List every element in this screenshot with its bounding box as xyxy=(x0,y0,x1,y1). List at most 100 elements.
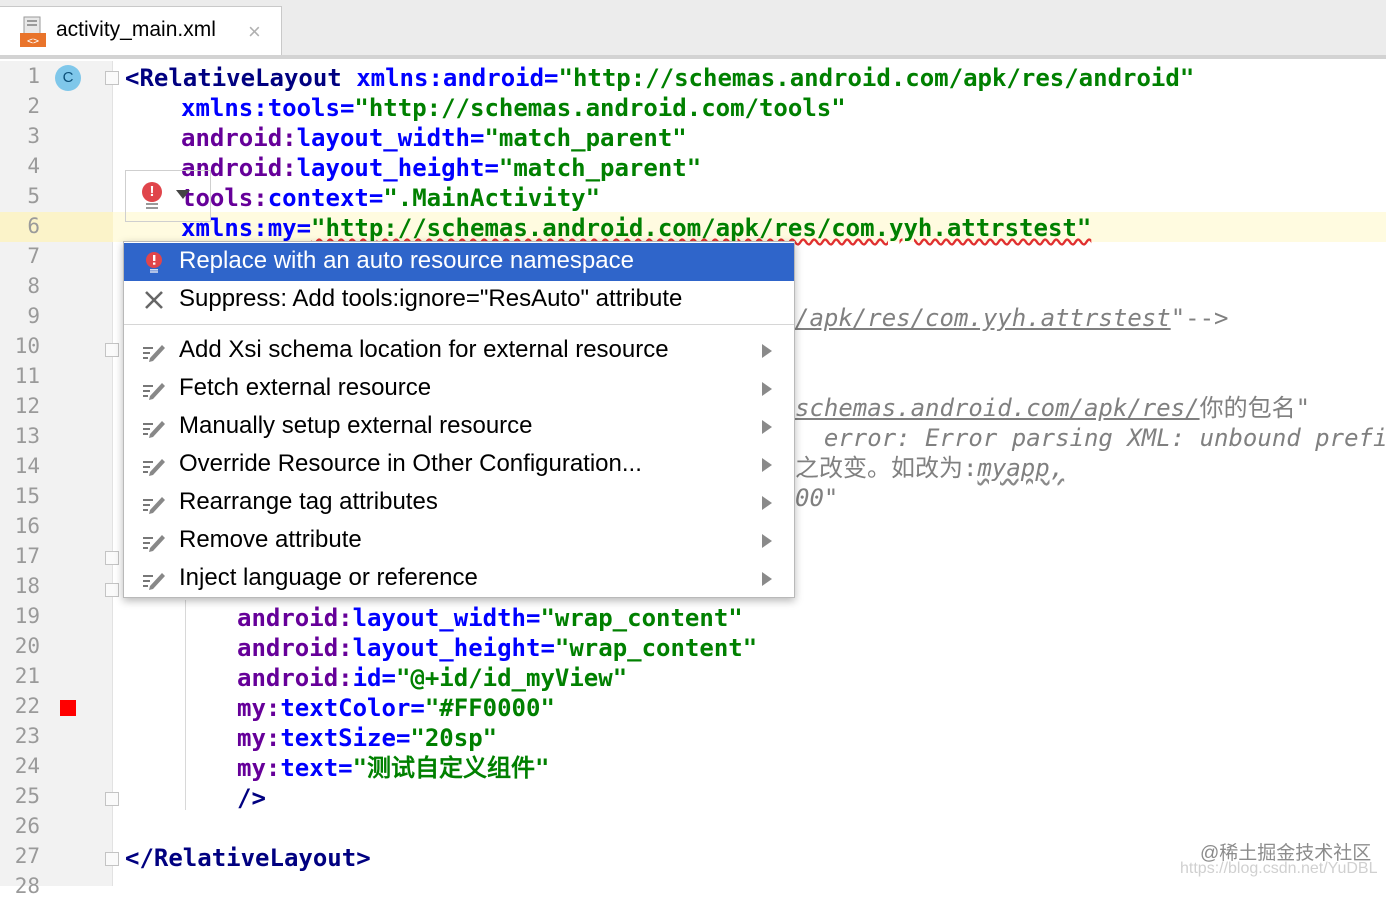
tab-underline xyxy=(0,55,1386,59)
line-number: 8 xyxy=(27,274,40,298)
line-number: 6 xyxy=(27,214,40,238)
submenu-arrow-icon xyxy=(762,458,772,472)
menu-item-label: Add Xsi schema location for external res… xyxy=(179,336,669,363)
code-line-13-fragment[interactable]: error: Error parsing XML: unbound prefix xyxy=(795,423,1386,453)
code-line-12-fragment[interactable]: schemas.android.com/apk/res/你的包名" xyxy=(795,393,1310,423)
intention-pencil-icon xyxy=(143,421,165,438)
code-line-24[interactable]: my:text="测试自定义组件" xyxy=(237,753,550,783)
line-number: 15 xyxy=(14,484,40,508)
line-number: 4 xyxy=(27,154,40,178)
line-number: 23 xyxy=(14,724,40,748)
menu-item-intention[interactable]: Fetch external resource xyxy=(124,370,794,408)
code-line-21[interactable]: android:id="@+id/id_myView" xyxy=(237,663,627,693)
menu-item-label: Remove attribute xyxy=(179,526,362,553)
line-number: 11 xyxy=(14,364,40,388)
menu-item-intention[interactable]: Manually setup external resource xyxy=(124,408,794,446)
bulb-base-icon xyxy=(146,203,158,209)
code-line-15-fragment[interactable]: 00" xyxy=(795,483,838,513)
code-line-22[interactable]: my:textColor="#FF0000" xyxy=(237,693,555,723)
code-line-6[interactable]: xmlns:my="http://schemas.android.com/apk… xyxy=(181,213,1091,243)
line-number: 14 xyxy=(14,454,40,478)
menu-item-suppress[interactable]: Suppress: Add tools:ignore="ResAuto" att… xyxy=(124,281,794,319)
line-number: 25 xyxy=(14,784,40,808)
line-number: 5 xyxy=(27,184,40,208)
submenu-arrow-icon xyxy=(762,420,772,434)
line-number: 13 xyxy=(14,424,40,448)
menu-item-replace-namespace[interactable]: Replace with an auto resource namespace xyxy=(124,243,794,281)
line-number: 9 xyxy=(27,304,40,328)
line-number: 1 xyxy=(27,64,40,88)
error-bulb-icon[interactable]: ! xyxy=(142,182,162,202)
line-number: 20 xyxy=(14,634,40,658)
line-number: 2 xyxy=(27,94,40,118)
line-number: 18 xyxy=(14,574,40,598)
line-number: 19 xyxy=(14,604,40,628)
code-line-25[interactable]: /> xyxy=(237,783,266,813)
class-badge-icon[interactable]: C xyxy=(55,65,81,91)
submenu-arrow-icon xyxy=(762,496,772,510)
intention-pencil-icon xyxy=(143,497,165,514)
line-number: 7 xyxy=(27,244,40,268)
code-line-23[interactable]: my:textSize="20sp" xyxy=(237,723,497,753)
line-number: 28 xyxy=(14,874,40,898)
code-line-20[interactable]: android:layout_height="wrap_content" xyxy=(237,633,757,663)
submenu-arrow-icon xyxy=(762,382,772,396)
line-number: 22 xyxy=(14,694,40,718)
code-line-1[interactable]: <RelativeLayout xmlns:android="http://sc… xyxy=(125,63,1194,93)
color-swatch-icon xyxy=(60,700,76,716)
line-number: 26 xyxy=(14,814,40,838)
line-number: 27 xyxy=(14,844,40,868)
fold-marker-icon[interactable] xyxy=(105,71,119,85)
code-line-3[interactable]: android:layout_width="match_parent" xyxy=(181,123,687,153)
line-number: 3 xyxy=(27,124,40,148)
tab-title: activity_main.xml xyxy=(56,18,216,41)
menu-item-intention[interactable]: Remove attribute xyxy=(124,522,794,560)
editor-tab-bar: <> activity_main.xml × xyxy=(0,0,1386,58)
close-tab-icon[interactable]: × xyxy=(248,19,261,45)
menu-item-label: Rearrange tag attributes xyxy=(179,488,438,515)
line-number: 16 xyxy=(14,514,40,538)
fold-marker-icon[interactable] xyxy=(105,551,119,565)
fold-marker-icon[interactable] xyxy=(105,852,119,866)
submenu-arrow-icon xyxy=(762,534,772,548)
submenu-arrow-icon xyxy=(762,344,772,358)
fold-marker-icon[interactable] xyxy=(105,792,119,806)
menu-item-label: Manually setup external resource xyxy=(179,412,533,439)
line-number: 12 xyxy=(14,394,40,418)
error-bulb-icon xyxy=(146,252,162,273)
intention-bulb-frame[interactable] xyxy=(125,170,211,222)
close-icon xyxy=(145,291,163,309)
xml-file-icon: <> xyxy=(20,16,46,47)
quick-fix-popup: Replace with an auto resource namespace … xyxy=(123,241,795,598)
intention-pencil-icon xyxy=(143,383,165,400)
code-line-5[interactable]: tools:context=".MainActivity" xyxy=(181,183,600,213)
menu-item-intention[interactable]: Rearrange tag attributes xyxy=(124,484,794,522)
code-line-2[interactable]: xmlns:tools="http://schemas.android.com/… xyxy=(181,93,846,123)
chevron-down-icon[interactable] xyxy=(176,190,190,199)
menu-separator xyxy=(124,324,794,325)
fold-marker-icon[interactable] xyxy=(105,343,119,357)
menu-item-intention[interactable]: Add Xsi schema location for external res… xyxy=(124,332,794,370)
tab-activity-main-xml[interactable]: <> activity_main.xml × xyxy=(0,6,282,58)
menu-item-label: Inject language or reference xyxy=(179,564,478,591)
menu-item-label: Fetch external resource xyxy=(179,374,432,401)
watermark-url: https://blog.csdn.net/YuDBL xyxy=(1180,860,1378,877)
fold-marker-icon[interactable] xyxy=(105,583,119,597)
indent-guide xyxy=(185,600,186,810)
code-line-14-fragment[interactable]: 之改变。如改为:myapp, xyxy=(795,453,1064,483)
menu-item-intention[interactable]: Inject language or reference xyxy=(124,560,794,598)
line-number: 17 xyxy=(14,544,40,568)
line-number: 21 xyxy=(14,664,40,688)
menu-item-label: Override Resource in Other Configuration… xyxy=(179,450,642,477)
code-line-4[interactable]: android:layout_height="match_parent" xyxy=(181,153,701,183)
code-line-27[interactable]: </RelativeLayout> xyxy=(125,843,371,873)
code-line-9-fragment[interactable]: /apk/res/com.yyh.attrstest"--> xyxy=(795,303,1228,333)
intention-pencil-icon xyxy=(143,573,165,590)
intention-pencil-icon xyxy=(143,535,165,552)
line-number: 24 xyxy=(14,754,40,778)
submenu-arrow-icon xyxy=(762,572,772,586)
code-line-19[interactable]: android:layout_width="wrap_content" xyxy=(237,603,743,633)
menu-item-intention[interactable]: Override Resource in Other Configuration… xyxy=(124,446,794,484)
intention-pencil-icon xyxy=(143,345,165,362)
intention-pencil-icon xyxy=(143,459,165,476)
